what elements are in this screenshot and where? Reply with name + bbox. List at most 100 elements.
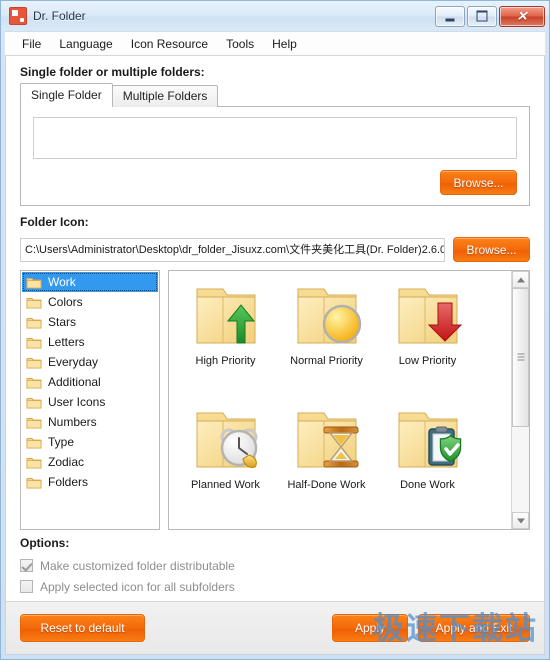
menu-item-tools[interactable]: Tools	[217, 35, 263, 53]
options-section: Options: Make customized folder distribu…	[6, 530, 544, 601]
icon-label: Normal Priority	[290, 355, 363, 367]
icon-item-done-work[interactable]: Done Work	[377, 403, 478, 527]
icon-item-low-priority[interactable]: Low Priority	[377, 279, 478, 403]
folder-yellow-circle-icon	[288, 279, 366, 353]
maximize-icon	[476, 10, 488, 22]
close-icon: ✕	[516, 8, 528, 24]
menu-item-file[interactable]: File	[13, 35, 50, 53]
folder-icon	[26, 456, 42, 469]
category-label: Zodiac	[48, 455, 85, 469]
options-title: Options:	[20, 536, 70, 550]
folder-icon	[26, 416, 42, 429]
scroll-down-arrow-icon	[516, 518, 525, 523]
option-label: Apply selected icon for all subfolders	[40, 579, 235, 594]
folder-icon	[26, 476, 42, 489]
folders-tabstrip: Single Folder Multiple Folders	[20, 83, 530, 107]
folders-tabs-wrapper: Single Folder Multiple Folders Browse...	[6, 83, 544, 206]
icon-item-planned-work[interactable]: Planned Work	[175, 403, 276, 527]
category-list[interactable]: Work Colors Stars Letters Everyday Addit…	[20, 270, 160, 530]
category-item-folders[interactable]: Folders	[22, 472, 158, 492]
icon-grid: High Priority Normal Priority Low Priori…	[169, 271, 511, 529]
category-item-work[interactable]: Work	[22, 272, 158, 292]
category-label: Type	[48, 435, 75, 449]
folder-icon-section-label: Folder Icon:	[20, 215, 89, 229]
folder-icon	[26, 356, 42, 369]
category-item-everyday[interactable]: Everyday	[22, 352, 158, 372]
category-item-additional[interactable]: Additional	[22, 372, 158, 392]
category-label: Letters	[48, 335, 85, 349]
icon-browser: Work Colors Stars Letters Everyday Addit…	[6, 262, 544, 530]
category-label: Everyday	[48, 355, 99, 369]
category-label: User Icons	[48, 395, 106, 409]
dr-folder-app-icon	[9, 7, 27, 25]
folder-red-down-arrow-icon	[389, 279, 467, 353]
minimize-icon	[445, 18, 455, 22]
category-item-user-icons[interactable]: User Icons	[22, 392, 158, 412]
apply-and-exit-button[interactable]: Apply and Exit	[418, 614, 530, 642]
browse-icon-button[interactable]: Browse...	[453, 237, 530, 262]
folders-section-label: Single folder or multiple folders:	[20, 65, 205, 79]
folder-icon	[26, 296, 42, 309]
folder-icon	[26, 316, 42, 329]
reset-to-default-button[interactable]: Reset to default	[20, 614, 145, 642]
folder-icon	[26, 436, 42, 449]
category-item-zodiac[interactable]: Zodiac	[22, 452, 158, 472]
icon-preview-pane: High Priority Normal Priority Low Priori…	[168, 270, 530, 530]
icon-pane-scrollbar[interactable]	[511, 271, 529, 529]
menu-item-language[interactable]: Language	[50, 35, 121, 53]
folder-icon-path-input[interactable]: C:\Users\Administrator\Desktop\dr_folder…	[20, 237, 445, 262]
scrollbar-track[interactable]	[512, 288, 529, 512]
category-label: Numbers	[48, 415, 97, 429]
folder-icon	[26, 396, 42, 409]
menu-bar: File Language Icon Resource Tools Help	[5, 31, 545, 56]
folder-icon	[26, 336, 42, 349]
icon-item-high-priority[interactable]: High Priority	[175, 279, 276, 403]
footer-actions: Apply Apply and Exit	[332, 614, 530, 642]
menu-item-icon-resource[interactable]: Icon Resource	[122, 35, 217, 53]
scrollbar-thumb[interactable]	[512, 288, 529, 427]
category-item-stars[interactable]: Stars	[22, 312, 158, 332]
option-apply-subfolders[interactable]: Apply selected icon for all subfolders	[20, 576, 544, 597]
window-title: Dr. Folder	[33, 9, 86, 23]
maximize-button[interactable]	[467, 5, 497, 27]
category-label: Stars	[48, 315, 77, 329]
folder-path-input[interactable]	[33, 117, 517, 159]
tab-single-folder[interactable]: Single Folder	[20, 83, 113, 107]
category-item-type[interactable]: Type	[22, 432, 158, 452]
icon-label: Planned Work	[191, 479, 260, 491]
category-label: Additional	[48, 375, 101, 389]
folder-alarm-clock-icon	[187, 403, 265, 477]
tab-multiple-folders[interactable]: Multiple Folders	[111, 85, 219, 107]
option-make-distributable[interactable]: Make customized folder distributable	[20, 555, 544, 576]
icon-label: Half-Done Work	[287, 479, 366, 491]
folder-clipboard-shield-check-icon	[389, 403, 467, 477]
icon-item-normal-priority[interactable]: Normal Priority	[276, 279, 377, 403]
folder-hourglass-icon	[288, 403, 366, 477]
single-folder-panel: Browse...	[20, 106, 530, 206]
minimize-button[interactable]	[435, 5, 465, 27]
scroll-up-arrow-icon	[516, 277, 525, 282]
category-item-colors[interactable]: Colors	[22, 292, 158, 312]
icon-label: High Priority	[195, 355, 256, 367]
category-item-letters[interactable]: Letters	[22, 332, 158, 352]
scroll-up-button[interactable]	[512, 271, 529, 288]
checkbox-make-distributable[interactable]	[20, 559, 33, 572]
dr-folder-window: Dr. Folder ✕ File Language Icon Resource…	[0, 0, 550, 660]
checkbox-apply-subfolders[interactable]	[20, 580, 33, 593]
option-label: Make customized folder distributable	[40, 558, 235, 573]
icon-label: Done Work	[400, 479, 455, 491]
icon-label: Low Priority	[398, 355, 457, 367]
browse-folder-button[interactable]: Browse...	[440, 170, 517, 195]
category-label: Folders	[48, 475, 89, 489]
category-item-numbers[interactable]: Numbers	[22, 412, 158, 432]
folder-icon-path-row: C:\Users\Administrator\Desktop\dr_folder…	[6, 237, 544, 262]
title-bar: Dr. Folder ✕	[1, 1, 549, 31]
menu-item-help[interactable]: Help	[263, 35, 306, 53]
apply-button[interactable]: Apply	[332, 614, 408, 642]
close-button[interactable]: ✕	[499, 5, 545, 27]
folder-icon	[26, 276, 42, 289]
footer-bar: Reset to default Apply Apply and Exit 极速…	[6, 601, 544, 654]
window-controls: ✕	[435, 5, 545, 27]
scroll-down-button[interactable]	[512, 512, 529, 529]
icon-item-half-done-work[interactable]: Half-Done Work	[276, 403, 377, 527]
